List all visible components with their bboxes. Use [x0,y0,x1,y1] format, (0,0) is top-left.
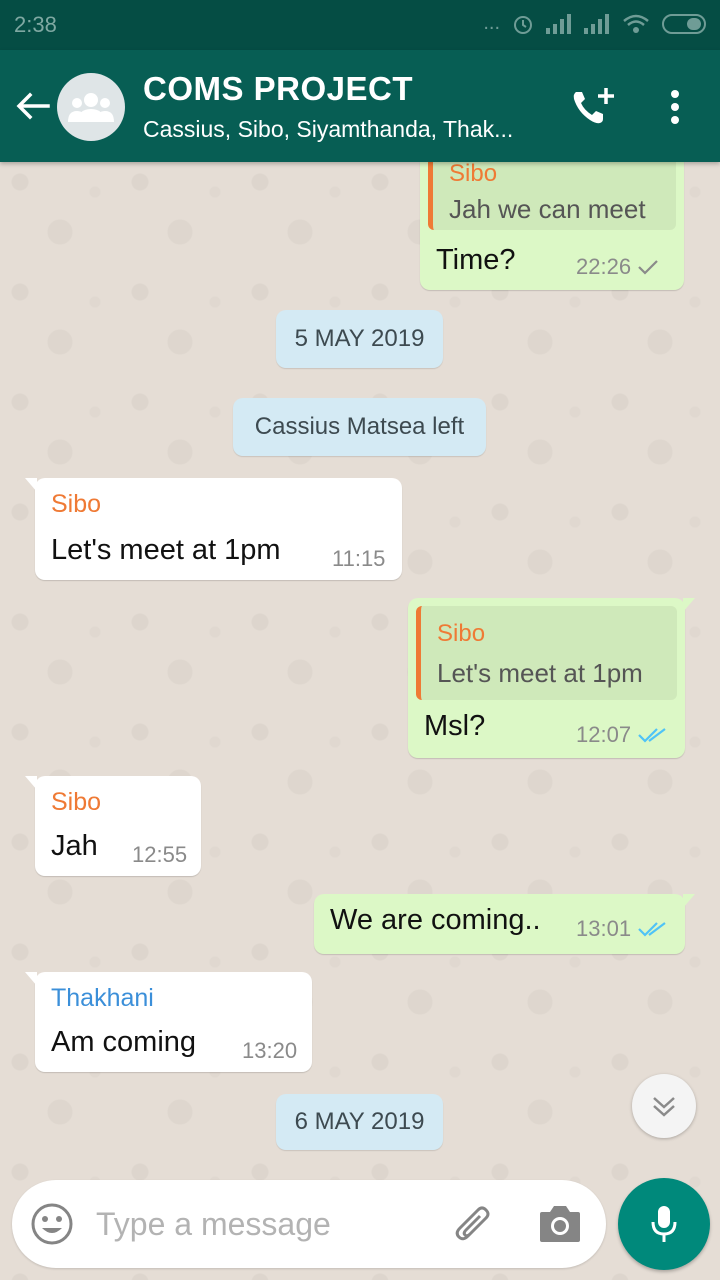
message-text: Time? [436,244,516,276]
chat-participants[interactable]: Cassius, Sibo, Siyamthanda, Thak... [143,116,553,143]
chat-header: COMS PROJECT Cassius, Sibo, Siyamthanda,… [0,50,720,162]
message-time: 13:20 [242,1038,298,1063]
status-bar: 2:38 ... [0,0,720,50]
message-bubble-outgoing[interactable]: Sibo Let's meet at 1pm Msl? 12:07 [408,598,695,758]
signal-icon [546,13,571,34]
message-time: 13:01 [576,916,632,941]
scroll-down-icon [653,1097,675,1117]
wifi-icon [623,14,649,33]
mic-icon [651,1206,677,1242]
message-time: 11:15 [332,546,386,571]
sender-name[interactable]: Thakhani [51,984,154,1013]
quoted-sender: Sibo [449,162,498,187]
scroll-to-bottom-button[interactable] [632,1074,696,1138]
camera-icon[interactable] [538,1204,582,1244]
chat-title[interactable]: COMS PROJECT [143,70,413,108]
more-vertical-icon[interactable] [660,86,690,130]
message-input[interactable] [96,1200,436,1248]
message-time: 12:55 [132,842,188,867]
status-dots: ... [483,12,500,34]
system-message: Cassius Matsea left [233,398,486,456]
quoted-message[interactable]: Sibo Jah we can meet [428,162,676,230]
quoted-text: Let's meet at 1pm [437,658,643,688]
message-text: Let's meet at 1pm [51,534,281,566]
sender-name[interactable]: Sibo [51,490,101,519]
message-composer [12,1180,606,1268]
message-bubble-incoming[interactable]: Thakhani Am coming 13:20 [25,972,312,1072]
sender-name[interactable]: Sibo [51,788,101,817]
quoted-sender: Sibo [437,620,486,647]
group-avatar[interactable] [57,73,125,141]
message-time: 12:07 [576,722,632,747]
signal-icon-2 [584,13,609,34]
attach-icon[interactable] [450,1202,494,1246]
message-meta: 13:01 [576,916,667,942]
message-meta: 12:07 [576,722,667,748]
group-avatar-icon [68,93,114,122]
back-arrow-icon[interactable] [12,86,52,126]
voice-record-button[interactable] [618,1178,710,1270]
emoji-icon[interactable] [30,1202,74,1246]
date-separator: 6 MAY 2019 [276,1094,443,1150]
status-time: 2:38 [14,12,57,37]
message-text: Msl? [424,710,486,742]
add-call-icon[interactable] [568,86,616,130]
message-text: Jah [51,830,98,862]
date-separator: 5 MAY 2019 [276,310,443,368]
message-bubble-incoming[interactable]: Sibo Let's meet at 1pm 11:15 [25,478,402,580]
message-bubble-incoming[interactable]: Sibo Jah 12:55 [25,776,201,876]
message-time: 22:26 [576,254,632,279]
double-tick-read-icon [638,922,666,937]
message-bubble-outgoing[interactable]: We are coming.. 13:01 [314,894,695,954]
message-text: We are coming.. [330,904,541,936]
message-meta: 22:26 [576,254,659,280]
quoted-message[interactable]: Sibo Let's meet at 1pm [416,606,677,700]
alarm-icon [514,15,532,34]
quoted-text: Jah we can meet [449,194,646,224]
battery-icon [662,13,706,34]
message-text: Am coming [51,1026,197,1058]
status-icons: ... [483,12,706,35]
message-list[interactable]: Sibo Jah we can meet Time? 22:26 5 MAY 2… [0,162,720,1280]
message-bubble-outgoing[interactable]: Sibo Jah we can meet Time? 22:26 [420,162,684,290]
single-tick-icon [638,260,658,275]
double-tick-read-icon [638,728,666,743]
